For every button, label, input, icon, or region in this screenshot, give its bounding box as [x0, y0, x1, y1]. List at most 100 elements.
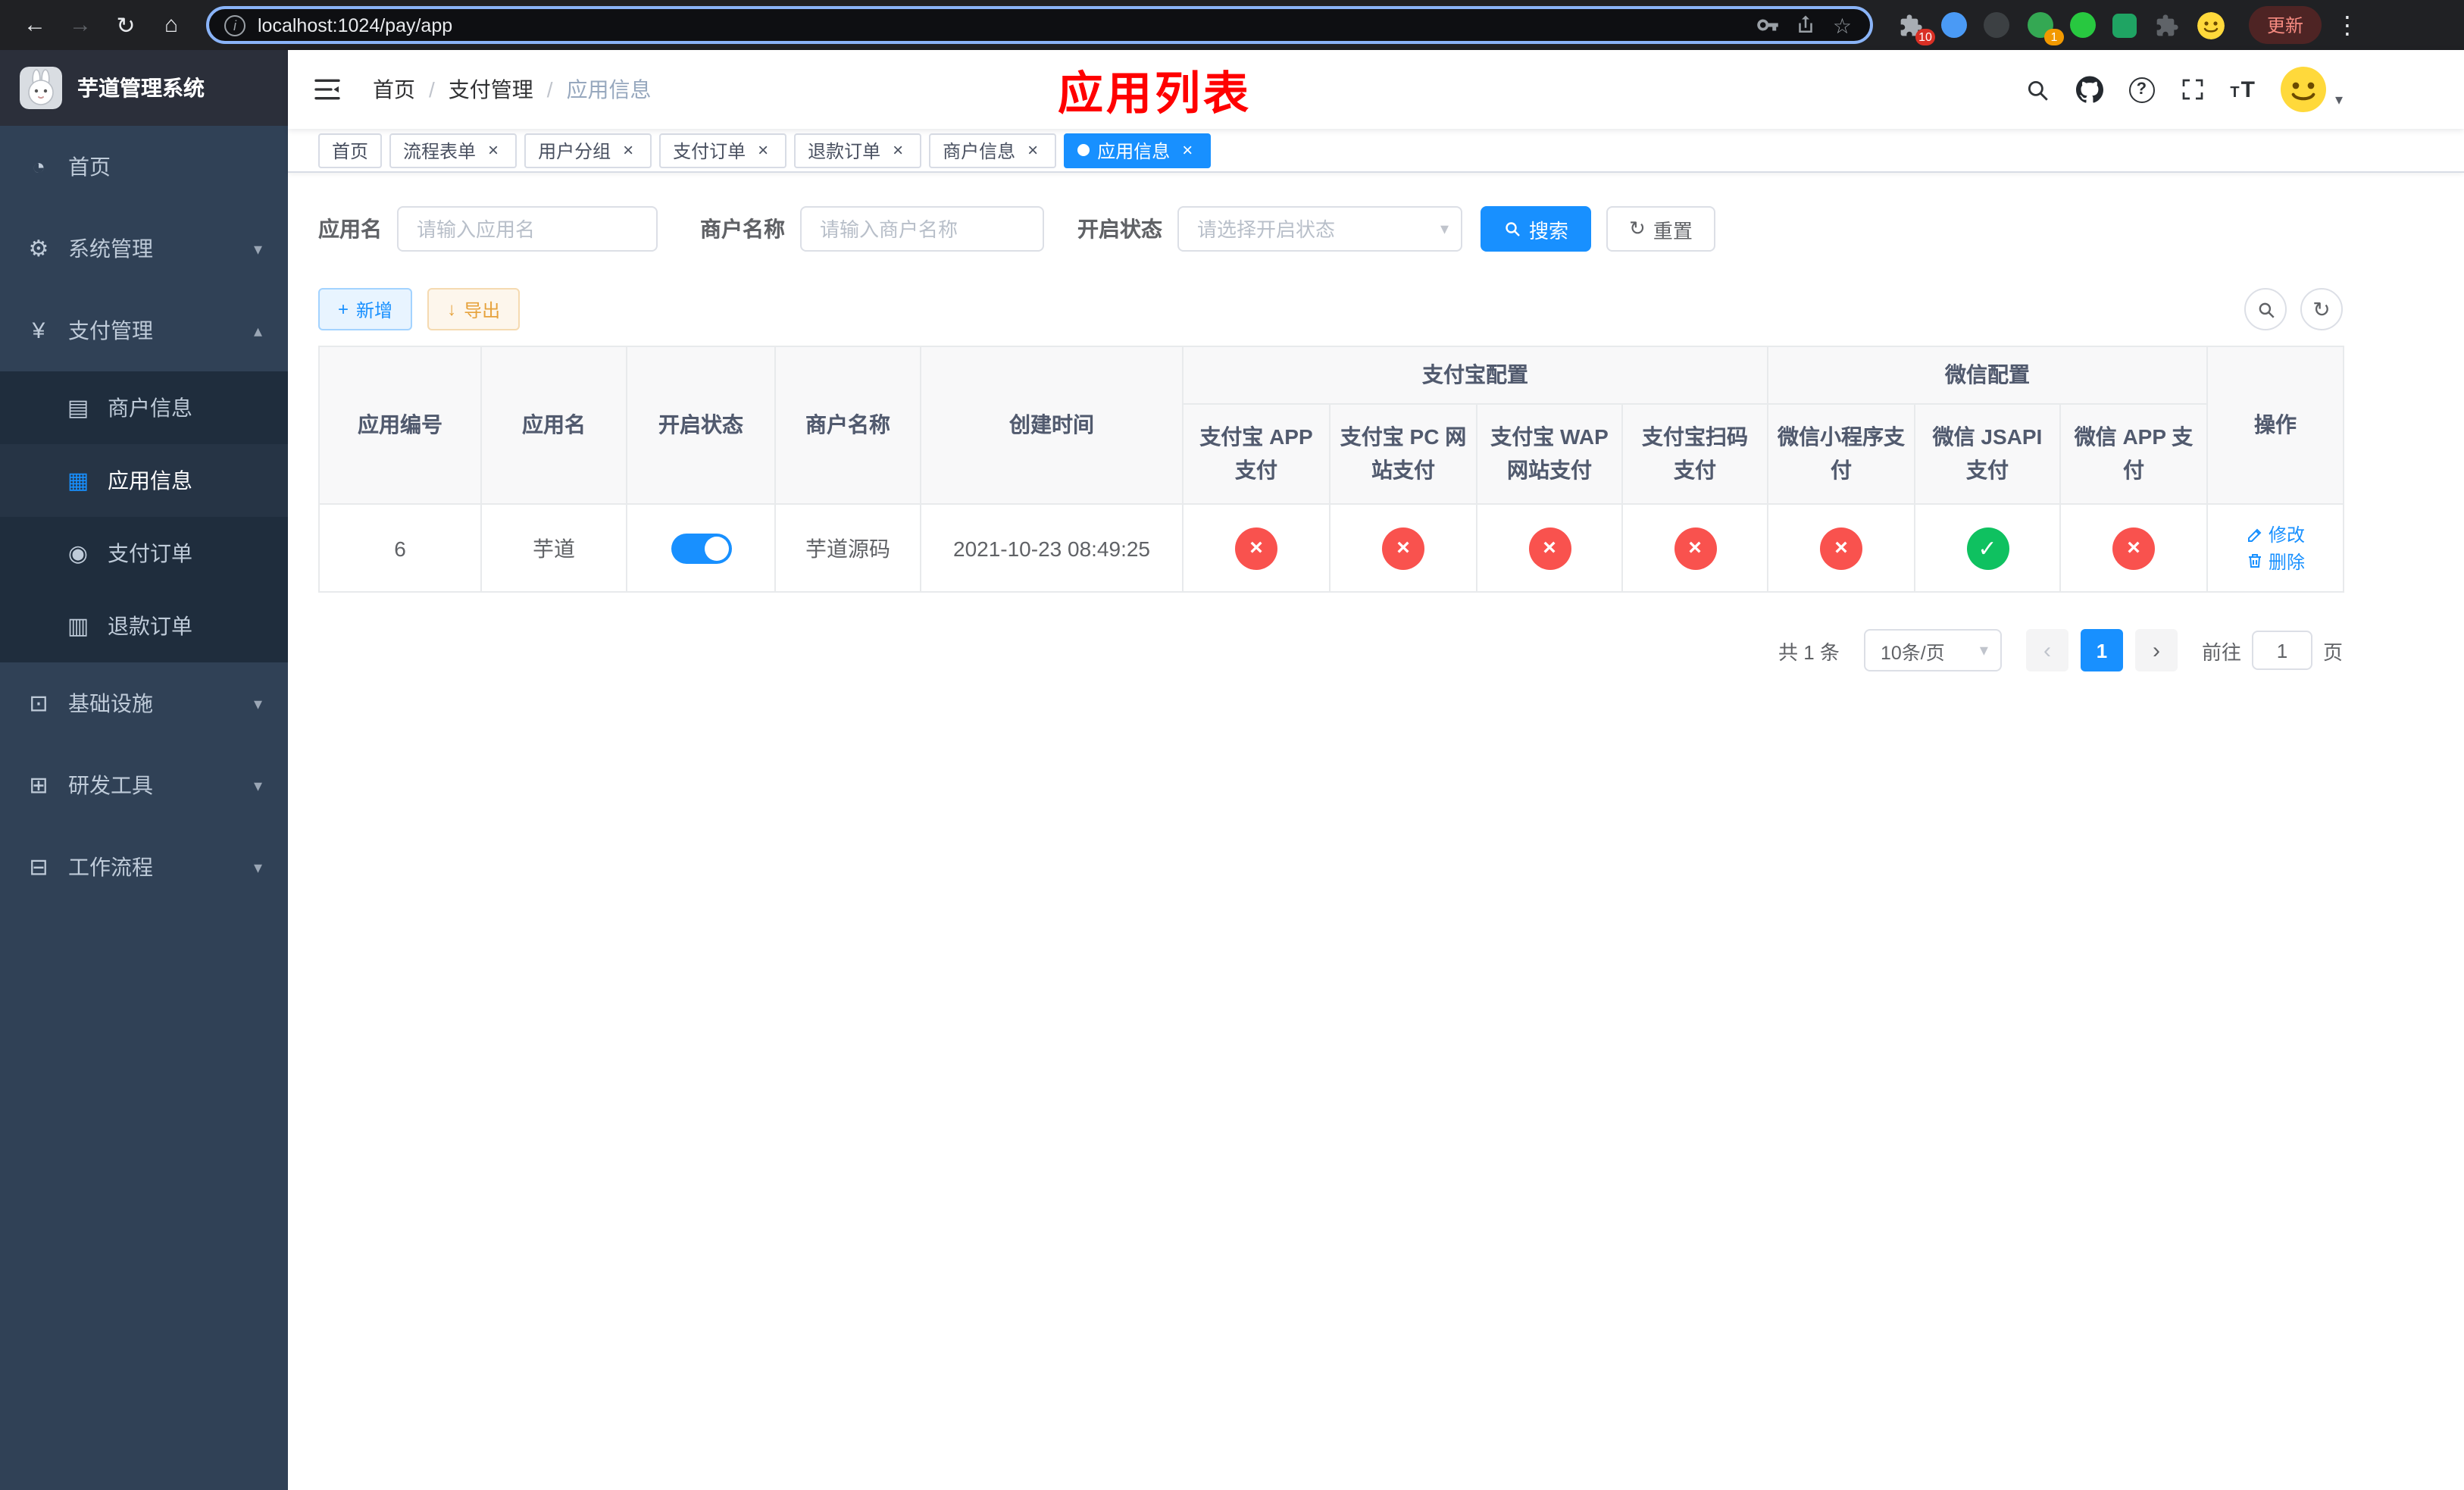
- extension-green-square-icon[interactable]: [2112, 13, 2137, 37]
- sidebar-item-infrastructure[interactable]: ⊡ 基础设施 ▾: [0, 662, 288, 744]
- col-status: 开启状态: [626, 346, 776, 505]
- sidebar-item-dev-tools[interactable]: ⊞ 研发工具 ▾: [0, 744, 288, 826]
- col-app-name: 应用名: [480, 346, 627, 505]
- github-icon[interactable]: [2075, 76, 2103, 103]
- menu-label: 应用信息: [108, 468, 192, 493]
- fullscreen-icon[interactable]: [2180, 77, 2204, 102]
- tab-app-info[interactable]: 应用信息 ×: [1064, 133, 1212, 167]
- sidebar-toggle-icon[interactable]: [312, 73, 346, 106]
- tab-label: 应用信息: [1097, 140, 1171, 161]
- user-menu[interactable]: ▾: [2280, 67, 2343, 112]
- prev-page-button[interactable]: ‹: [2025, 629, 2068, 671]
- wechat-jsapi-status-icon: ✓: [1966, 527, 2009, 569]
- sidebar-item-merchant-info[interactable]: ▤ 商户信息: [0, 371, 288, 444]
- search-button[interactable]: 搜索: [1481, 206, 1592, 252]
- chevron-down-icon: ▾: [253, 777, 262, 795]
- page-size-select[interactable]: ▾: [1863, 629, 2002, 671]
- forward-icon[interactable]: →: [61, 5, 100, 45]
- col-wechat-app: 微信 APP 支付: [2059, 403, 2208, 505]
- close-icon[interactable]: ×: [483, 140, 503, 160]
- font-size-icon[interactable]: TT: [2230, 78, 2255, 101]
- breadcrumb-separator: /: [546, 77, 553, 102]
- sidebar-item-workflow[interactable]: ⊟ 工作流程 ▾: [0, 826, 288, 908]
- sidebar-item-app-info[interactable]: ▦ 应用信息: [0, 444, 288, 517]
- extension-dark-icon[interactable]: [1984, 12, 2009, 38]
- close-icon[interactable]: ×: [1023, 140, 1043, 160]
- sidebar-item-home[interactable]: ◔ 首页: [0, 126, 288, 208]
- refresh-table-button[interactable]: ↻: [2300, 288, 2343, 330]
- gear-icon: ⚙: [28, 236, 49, 262]
- export-button[interactable]: ↓ 导出: [427, 288, 521, 330]
- omnibox-actions: ☆: [1757, 14, 1864, 36]
- close-icon[interactable]: ×: [888, 140, 908, 160]
- table-tools: ↻: [2244, 288, 2343, 330]
- user-avatar[interactable]: [2280, 67, 2326, 112]
- address-bar[interactable]: i localhost:1024/pay/app ☆: [206, 6, 1873, 44]
- close-icon[interactable]: ×: [618, 140, 638, 160]
- header-search-icon[interactable]: [2024, 77, 2050, 102]
- menu-label: 工作流程: [68, 855, 153, 879]
- tab-pay-order[interactable]: 支付订单 ×: [659, 133, 787, 167]
- col-group-alipay: 支付宝配置: [1182, 346, 1768, 405]
- password-key-icon[interactable]: [1757, 14, 1780, 36]
- tab-user-group[interactable]: 用户分组 ×: [524, 133, 652, 167]
- tab-merchant-info[interactable]: 商户信息 ×: [929, 133, 1057, 167]
- page-1-button[interactable]: 1: [2080, 629, 2123, 671]
- status-select[interactable]: ▾: [1177, 206, 1462, 252]
- tab-label: 流程表单: [403, 140, 477, 161]
- extension-green-badged-icon[interactable]: 1: [2026, 11, 2064, 45]
- browser-menu-kebab-icon[interactable]: ⋮: [2328, 5, 2367, 45]
- back-icon[interactable]: ←: [15, 5, 55, 45]
- reload-icon[interactable]: ↻: [106, 5, 145, 45]
- sidebar-item-refund-order[interactable]: ▥ 退款订单: [0, 590, 288, 662]
- goto-suffix-label: 页: [2322, 640, 2343, 663]
- status-label: 开启状态: [1077, 217, 1162, 241]
- tab-home[interactable]: 首页: [318, 133, 383, 167]
- font-small-glyph: T: [2230, 84, 2240, 101]
- app-name-input[interactable]: [397, 206, 658, 252]
- site-info-icon[interactable]: i: [224, 14, 245, 36]
- extension-dark-puzzle-icon[interactable]: [2153, 11, 2181, 39]
- status-select-input[interactable]: [1177, 206, 1462, 252]
- pagination: 共 1 条 ▾ ‹ 1 › 前往 页: [318, 629, 2343, 671]
- tab-process-form[interactable]: 流程表单 ×: [389, 133, 518, 167]
- edit-link[interactable]: 修改: [2246, 521, 2305, 547]
- cell-alipay-qr: ×: [1621, 503, 1768, 593]
- merchant-name-input[interactable]: [800, 206, 1044, 252]
- bookmark-star-icon[interactable]: ☆: [1833, 14, 1852, 36]
- chrome-update-button[interactable]: 更新: [2249, 6, 2322, 44]
- breadcrumb-home[interactable]: 首页: [373, 74, 415, 105]
- browser-profile-avatar[interactable]: [2197, 11, 2225, 39]
- cell-wechat-jsapi: ✓: [1914, 503, 2061, 593]
- tab-refund-order[interactable]: 退款订单 ×: [794, 133, 922, 167]
- breadcrumb-current: 应用信息: [566, 77, 652, 102]
- sidebar-item-system[interactable]: ⚙ 系统管理 ▾: [0, 208, 288, 290]
- page-annotation: 应用列表: [1058, 70, 1252, 120]
- extension-bright-green-icon[interactable]: [2070, 12, 2096, 38]
- search-button-label: 搜索: [1529, 219, 1569, 242]
- share-icon[interactable]: [1795, 14, 1818, 36]
- menu-label: 研发工具: [68, 773, 153, 797]
- sidebar-item-pay-order[interactable]: ◉ 支付订单: [0, 517, 288, 590]
- pay-order-icon: ◉: [67, 541, 89, 567]
- toggle-search-button[interactable]: [2244, 288, 2287, 330]
- delete-link[interactable]: 删除: [2246, 548, 2305, 574]
- goto-page-input[interactable]: [2251, 631, 2312, 670]
- cell-app-name: 芋道: [480, 503, 627, 593]
- help-icon[interactable]: ?: [2128, 77, 2155, 102]
- home-icon[interactable]: ⌂: [152, 5, 191, 45]
- status-toggle[interactable]: [671, 533, 731, 563]
- cell-wechat-app: ×: [2059, 503, 2208, 593]
- close-icon[interactable]: ×: [753, 140, 773, 160]
- sidebar-item-payment[interactable]: ¥ 支付管理 ▴: [0, 290, 288, 371]
- download-icon: ↓: [447, 299, 457, 320]
- chevron-down-icon: ▾: [253, 695, 262, 713]
- add-button[interactable]: + 新增: [318, 288, 413, 330]
- extension-blue-icon[interactable]: [1941, 12, 1967, 38]
- extensions-puzzle-icon[interactable]: 10: [1897, 11, 1935, 45]
- next-page-button[interactable]: ›: [2134, 629, 2178, 671]
- page-size-value[interactable]: [1863, 629, 2002, 671]
- close-icon[interactable]: ×: [1177, 140, 1197, 160]
- payment-submenu: ▤ 商户信息 ▦ 应用信息 ◉ 支付订单 ▥ 退款订单: [0, 371, 288, 662]
- reset-button[interactable]: ↻ 重置: [1606, 206, 1715, 252]
